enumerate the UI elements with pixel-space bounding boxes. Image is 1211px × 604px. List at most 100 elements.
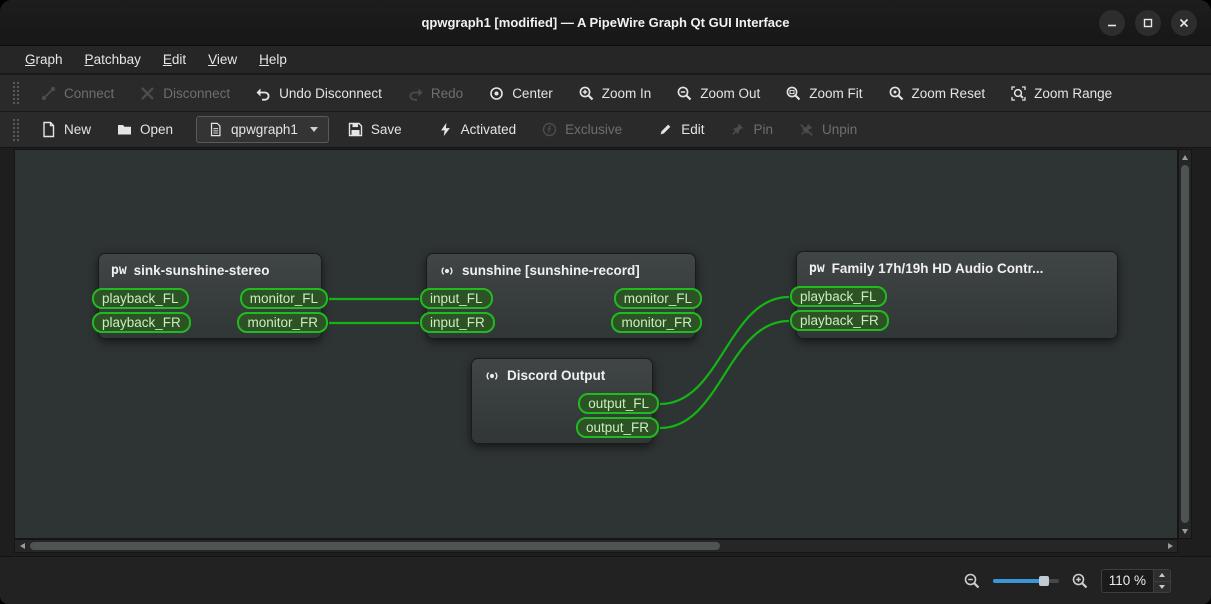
- zoom-slider[interactable]: [992, 573, 1059, 589]
- zoom-out-icon: [676, 85, 693, 102]
- disconnect-icon: [139, 85, 156, 102]
- scroll-down-arrow[interactable]: [1179, 525, 1191, 537]
- node-discord-output[interactable]: Discord Output output_FL output_FR: [471, 358, 659, 444]
- horizontal-scrollbar-thumb[interactable]: [30, 542, 720, 550]
- chevron-down-icon: [309, 127, 318, 132]
- port-output-fl[interactable]: output_FL: [578, 393, 659, 414]
- center-button[interactable]: Center: [478, 79, 563, 107]
- exclusive-toggle[interactable]: Exclusive: [531, 116, 632, 144]
- zoom-reset-button[interactable]: Zoom Reset: [878, 79, 996, 107]
- connect-icon: [40, 85, 57, 102]
- zoom-slider-fill: [992, 578, 1043, 583]
- zoom-reset-icon: [888, 85, 905, 102]
- exclusive-label: Exclusive: [565, 122, 623, 137]
- node-title: Discord Output: [472, 359, 652, 393]
- save-label: Save: [370, 122, 402, 137]
- menu-view[interactable]: View: [197, 48, 248, 72]
- toolbar-grip[interactable]: [12, 117, 20, 142]
- zoom-out-button[interactable]: Zoom Out: [666, 79, 770, 107]
- disconnect-label: Disconnect: [163, 85, 231, 101]
- new-file-icon: [40, 121, 57, 138]
- graph-canvas[interactable]: pw sink-sunshine-stereo playback_FL moni…: [14, 149, 1178, 539]
- open-label: Open: [140, 122, 174, 137]
- graph-toolbar: Connect Disconnect Undo Disconnect Redo: [0, 74, 1211, 111]
- zoom-range-button[interactable]: Zoom Range: [1000, 79, 1122, 107]
- zoom-slider-thumb[interactable]: [1038, 575, 1049, 586]
- zoom-spin-down-button[interactable]: [1154, 580, 1170, 592]
- new-label: New: [64, 122, 92, 137]
- zoom-fit-button[interactable]: Zoom Fit: [775, 79, 872, 107]
- connect-button[interactable]: Connect: [30, 79, 124, 107]
- patchbay-file-icon: [207, 121, 224, 138]
- node-sink-sunshine-stereo[interactable]: pw sink-sunshine-stereo playback_FL moni…: [92, 253, 328, 339]
- port-playback-fr[interactable]: playback_FR: [92, 312, 191, 333]
- port-monitor-fr[interactable]: monitor_FR: [237, 312, 328, 333]
- scroll-right-arrow[interactable]: [1164, 540, 1176, 552]
- zoom-value[interactable]: 110 %: [1102, 573, 1153, 588]
- save-patchbay-button[interactable]: Save: [337, 116, 412, 144]
- pin-icon: [729, 121, 746, 138]
- new-patchbay-button[interactable]: New: [30, 116, 101, 144]
- maximize-button[interactable]: [1135, 10, 1161, 36]
- port-monitor-fr[interactable]: monitor_FR: [611, 312, 702, 333]
- patchbay-select-dropdown[interactable]: qpwgraph1: [196, 116, 329, 143]
- undo-disconnect-label: Undo Disconnect: [279, 85, 382, 101]
- minimize-button[interactable]: [1099, 10, 1125, 36]
- node-title: pw Family 17h/19h HD Audio Contr...: [797, 252, 1117, 286]
- zoom-spin-up-button[interactable]: [1154, 569, 1170, 581]
- zoom-in-icon[interactable]: [1071, 572, 1089, 590]
- zoom-spinbox[interactable]: 110 %: [1100, 568, 1171, 593]
- pencil-icon: [657, 121, 674, 138]
- unpin-button[interactable]: Unpin: [788, 116, 867, 144]
- close-button[interactable]: [1171, 10, 1197, 36]
- node-title-text: Discord Output: [507, 368, 606, 383]
- menu-help[interactable]: Help: [248, 48, 298, 72]
- redo-label: Redo: [430, 85, 464, 101]
- scroll-left-arrow[interactable]: [16, 540, 28, 552]
- zoom-reset-label: Zoom Reset: [911, 85, 986, 101]
- port-monitor-fl[interactable]: monitor_FL: [613, 288, 702, 309]
- port-input-fl[interactable]: input_FL: [420, 288, 493, 309]
- port-playback-fr[interactable]: playback_FR: [790, 310, 889, 331]
- menu-patchbay[interactable]: Patchbay: [74, 48, 152, 72]
- horizontal-scrollbar[interactable]: [14, 539, 1178, 553]
- port-input-fr[interactable]: input_FR: [420, 312, 495, 333]
- pin-button[interactable]: Pin: [719, 116, 783, 144]
- pin-label: Pin: [753, 122, 773, 137]
- menubar: Graph Patchbay Edit View Help: [0, 46, 1211, 74]
- disconnect-button[interactable]: Disconnect: [129, 79, 240, 107]
- activated-toggle[interactable]: Activated: [427, 116, 527, 144]
- node-sunshine-record[interactable]: sunshine [sunshine-record] input_FL moni…: [420, 253, 702, 339]
- port-playback-fl[interactable]: playback_FL: [92, 288, 189, 309]
- exclusive-icon: [541, 121, 558, 138]
- toolbar-grip[interactable]: [12, 81, 20, 105]
- scroll-up-arrow[interactable]: [1179, 151, 1191, 163]
- menu-edit[interactable]: Edit: [152, 48, 197, 72]
- port-playback-fl[interactable]: playback_FL: [790, 286, 887, 307]
- zoom-out-icon[interactable]: [963, 572, 981, 590]
- patchbay-toolbar: New Open qpwgraph1 Save Activated Exclus…: [0, 111, 1211, 148]
- port-output-fr[interactable]: output_FR: [575, 417, 659, 438]
- zoom-range-label: Zoom Range: [1034, 85, 1113, 101]
- unpin-label: Unpin: [821, 122, 858, 137]
- vertical-scrollbar[interactable]: [1178, 149, 1192, 539]
- redo-button[interactable]: Redo: [397, 79, 473, 107]
- unpin-icon: [798, 121, 815, 138]
- zoom-range-icon: [1010, 85, 1027, 102]
- node-family-hd-audio[interactable]: pw Family 17h/19h HD Audio Contr... play…: [790, 251, 1118, 339]
- open-patchbay-button[interactable]: Open: [106, 116, 183, 144]
- node-title-text: sink-sunshine-stereo: [133, 263, 270, 278]
- undo-disconnect-button[interactable]: Undo Disconnect: [245, 79, 392, 107]
- minimize-icon: [1108, 24, 1116, 27]
- vertical-scrollbar-thumb[interactable]: [1181, 165, 1189, 523]
- save-icon: [347, 121, 364, 138]
- edit-patchbay-button[interactable]: Edit: [647, 116, 714, 144]
- activated-label: Activated: [460, 122, 517, 137]
- menu-graph[interactable]: Graph: [14, 48, 74, 72]
- titlebar[interactable]: qpwgraph1 [modified] — A PipeWire Graph …: [0, 0, 1211, 46]
- port-monitor-fl[interactable]: monitor_FL: [239, 288, 328, 309]
- zoom-in-icon: [578, 85, 595, 102]
- zoom-in-button[interactable]: Zoom In: [568, 79, 662, 107]
- zoom-spinbox-arrows: [1153, 569, 1170, 592]
- node-title-text: sunshine [sunshine-record]: [462, 263, 640, 278]
